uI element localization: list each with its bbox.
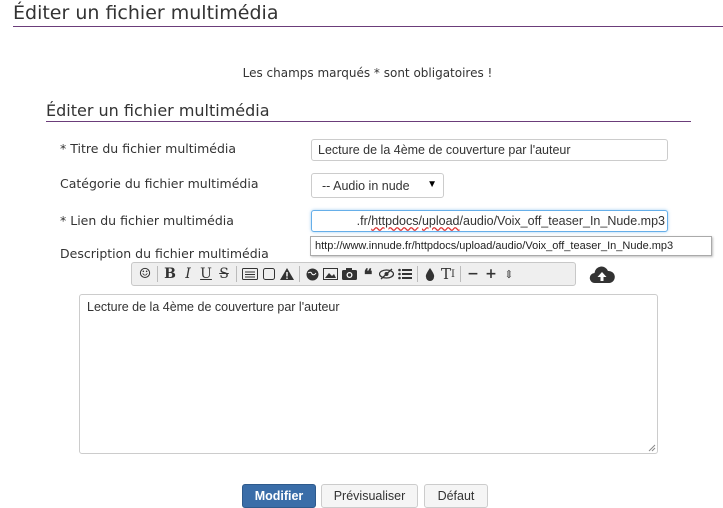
globe-icon[interactable] — [303, 263, 321, 285]
link-part-spellcheck: httpdocs — [371, 214, 419, 228]
link-autocomplete-suggestion[interactable]: http://www.innude.fr/httpdocs/upload/aud… — [310, 236, 712, 256]
size-stepper-icon[interactable]: ⇕ — [500, 263, 518, 285]
toolbar-separator — [236, 266, 237, 282]
default-button[interactable]: Défaut — [424, 484, 488, 508]
quote-icon[interactable]: ❝ — [359, 263, 377, 285]
category-label: Catégorie du fichier multimédia — [60, 176, 259, 191]
submit-button[interactable]: Modifier — [242, 484, 316, 508]
page-title: Éditer un fichier multimédia — [13, 2, 723, 27]
cloud-upload-icon[interactable] — [589, 265, 615, 285]
italic-button[interactable]: I — [179, 263, 197, 285]
decrease-size-button[interactable]: − — [464, 263, 482, 285]
font-size-button[interactable]: TI — [439, 263, 457, 285]
link-input[interactable]: .fr/httpdocs/upload/audio/Voix_off_tease… — [311, 210, 668, 232]
bold-button[interactable]: B — [161, 263, 179, 285]
preview-button[interactable]: Prévisualiser — [321, 484, 418, 508]
list-icon[interactable] — [396, 263, 414, 285]
strikethrough-button[interactable]: S — [215, 263, 233, 285]
toolbar-separator — [299, 266, 300, 282]
link-label: * Lien du fichier multimédia — [60, 213, 234, 228]
font-size-label: T — [441, 265, 452, 283]
smiley-icon[interactable]: ☺ — [136, 263, 154, 285]
link-part: /audio/Voix_off_teaser_In_Nude.mp3 — [459, 214, 665, 228]
category-select-value: -- Audio in nude — [322, 179, 410, 193]
description-text: Lecture de la 4ème de couverture par l'a… — [87, 300, 340, 314]
warning-icon[interactable] — [278, 263, 296, 285]
color-drop-icon[interactable] — [421, 263, 439, 285]
toolbar-separator — [157, 266, 158, 282]
box-icon[interactable] — [260, 263, 278, 285]
underline-button[interactable]: U — [197, 263, 215, 285]
resize-grip-icon[interactable] — [648, 444, 656, 452]
description-label: Description du fichier multimédia — [60, 246, 269, 261]
toolbar-separator — [460, 266, 461, 282]
toolbar-separator — [417, 266, 418, 282]
editor-toolbar: ☺ B I U S ❝ TI − + ⇕ — [131, 262, 576, 286]
section-title: Éditer un fichier multimédia — [46, 101, 691, 122]
increase-size-button[interactable]: + — [482, 263, 500, 285]
description-textarea[interactable]: Lecture de la 4ème de couverture par l'a… — [79, 294, 658, 454]
code-block-icon[interactable] — [240, 263, 260, 285]
title-input[interactable]: Lecture de la 4ème de couverture par l'a… — [311, 139, 668, 161]
camera-icon[interactable] — [340, 263, 359, 285]
category-select[interactable]: -- Audio in nude ▼ — [311, 173, 444, 198]
link-part-spellcheck: upload — [421, 214, 460, 228]
eye-slash-icon[interactable] — [377, 263, 396, 285]
title-label: * Titre du fichier multimédia — [60, 141, 237, 156]
chevron-down-icon: ▼ — [427, 179, 437, 190]
required-note: Les champs marqués * sont obligatoires ! — [242, 66, 493, 80]
image-icon[interactable] — [321, 263, 340, 285]
link-part: .fr/ — [356, 214, 372, 228]
